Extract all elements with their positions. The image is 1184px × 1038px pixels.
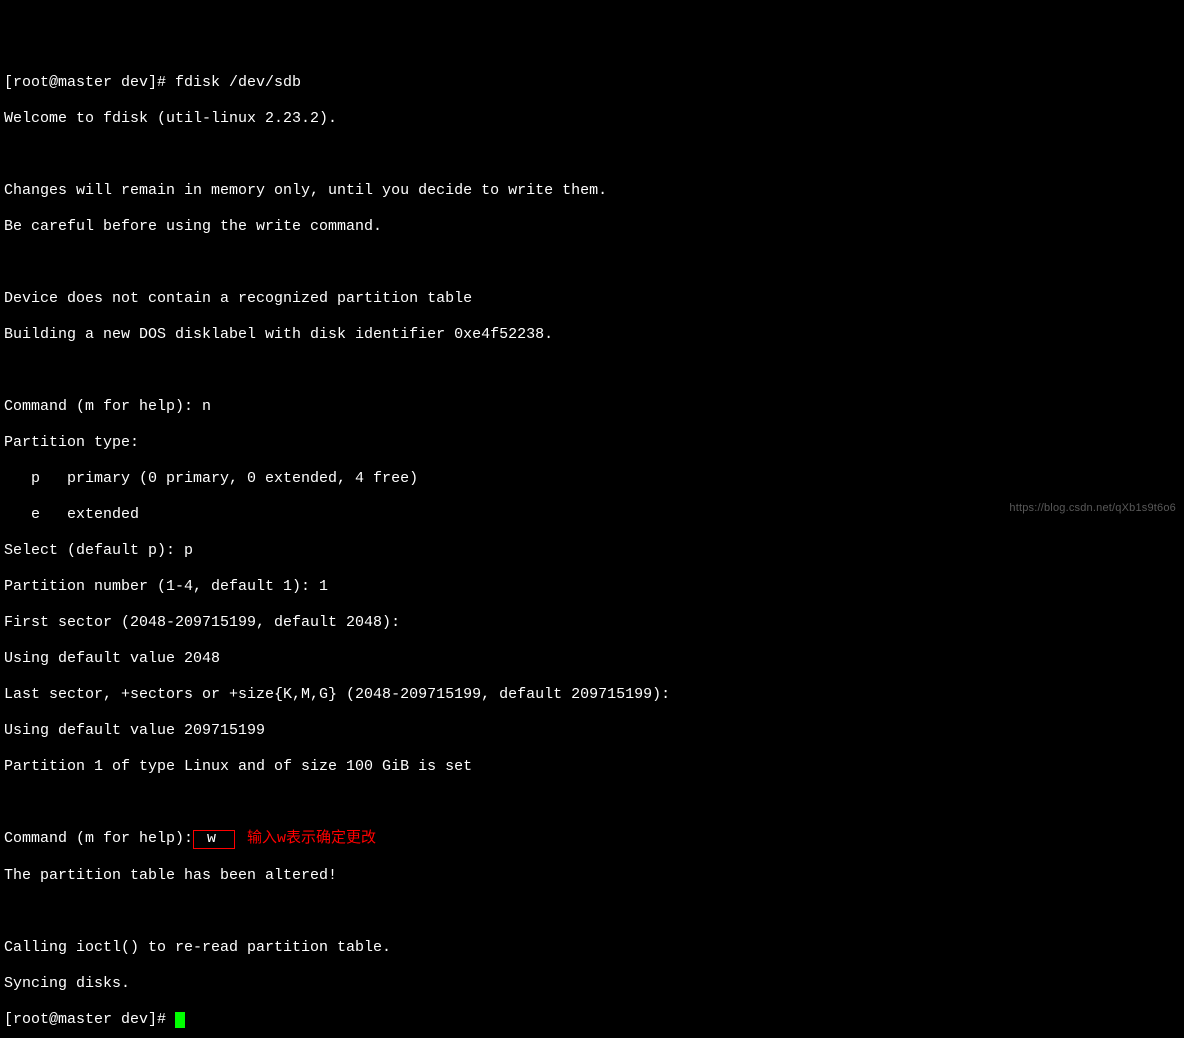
terminal-line: Building a new DOS disklabel with disk i… (4, 326, 1180, 344)
prompt-text: [root@master dev]# (4, 1011, 175, 1028)
annotation-text: 输入w表示确定更改 (247, 830, 376, 847)
terminal-line: Last sector, +sectors or +size{K,M,G} (2… (4, 686, 1180, 704)
terminal-line: First sector (2048-209715199, default 20… (4, 614, 1180, 632)
terminal-line: Using default value 209715199 (4, 722, 1180, 740)
command-prompt-text: Command (m for help): (4, 830, 193, 847)
terminal-line (4, 146, 1180, 164)
terminal-line: Select (default p): p (4, 542, 1180, 560)
terminal-line (4, 903, 1180, 921)
terminal-line: Partition type: (4, 434, 1180, 452)
terminal-line: Command (m for help): n (4, 398, 1180, 416)
terminal-line: Using default value 2048 (4, 650, 1180, 668)
terminal-line (4, 794, 1180, 812)
watermark-text: https://blog.csdn.net/qXb1s9t6o6 (1009, 502, 1176, 515)
terminal-line (4, 362, 1180, 380)
terminal-line: Calling ioctl() to re-read partition tab… (4, 939, 1180, 957)
terminal-prompt-line[interactable]: [root@master dev]# (4, 1011, 1180, 1029)
terminal-line: The partition table has been altered! (4, 867, 1180, 885)
terminal-line: Partition number (1-4, default 1): 1 (4, 578, 1180, 596)
terminal-line-highlighted: Command (m for help): w 输入w表示确定更改 (4, 830, 1180, 849)
highlight-w-input: w (193, 830, 235, 849)
terminal-line: Changes will remain in memory only, unti… (4, 182, 1180, 200)
terminal-line: Be careful before using the write comman… (4, 218, 1180, 236)
terminal-line: p primary (0 primary, 0 extended, 4 free… (4, 470, 1180, 488)
terminal-line: [root@master dev]# fdisk /dev/sdb (4, 74, 1180, 92)
terminal-line: Partition 1 of type Linux and of size 10… (4, 758, 1180, 776)
terminal-line (4, 254, 1180, 272)
terminal-line: Syncing disks. (4, 975, 1180, 993)
terminal-line: Device does not contain a recognized par… (4, 290, 1180, 308)
terminal-line: e extended (4, 506, 1180, 524)
terminal-line: Welcome to fdisk (util-linux 2.23.2). (4, 110, 1180, 128)
cursor-icon (175, 1012, 185, 1028)
